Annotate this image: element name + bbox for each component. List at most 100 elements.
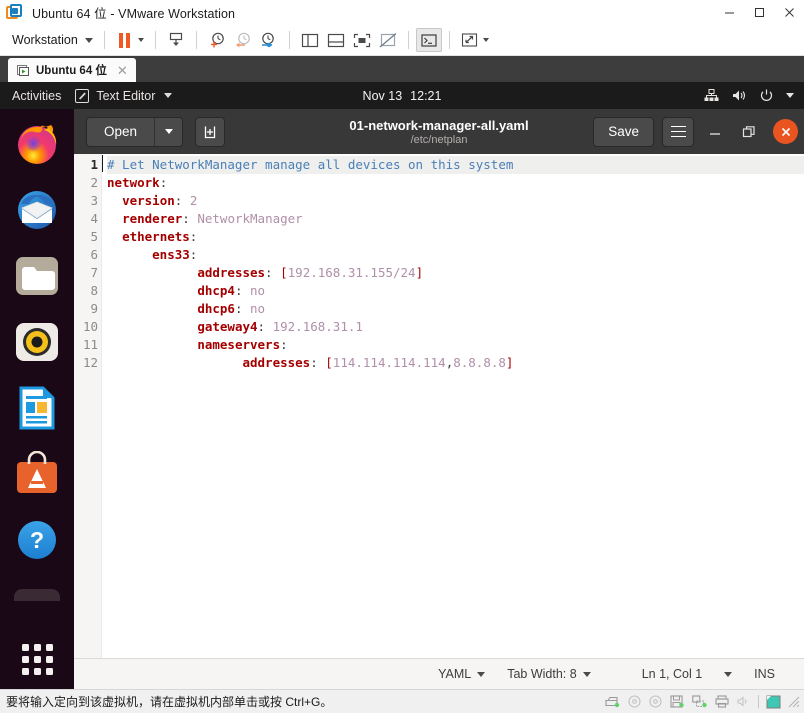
code-token: addresses (242, 355, 311, 370)
revert-snapshot-button[interactable] (230, 28, 256, 52)
maximize-icon[interactable] (744, 0, 774, 25)
dock-item-libreoffice-writer[interactable] (14, 385, 60, 431)
code-token: renderer (122, 211, 183, 226)
language-selector[interactable]: YAML (427, 667, 496, 681)
manage-snapshots-button[interactable] (256, 28, 282, 52)
line-number: 12 (82, 355, 98, 370)
toolbar-divider (407, 31, 409, 49)
cursor-position[interactable]: Ln 1, Col 1 (602, 667, 713, 681)
snapshot-revert-icon (236, 32, 251, 48)
save-button[interactable]: Save (593, 116, 654, 147)
code-token: : (234, 301, 251, 316)
editor-body[interactable]: 1 2 3 4 5 6 7 8 9 10 11 12 # Let NetworkManager man… (74, 154, 804, 658)
close-button[interactable] (773, 119, 798, 144)
unity-mode-button[interactable] (415, 28, 442, 52)
line-number: 10 (82, 319, 98, 334)
close-icon[interactable]: ✕ (117, 64, 128, 77)
chevron-down-icon (84, 37, 93, 43)
code-line: # Let NetworkManager manage all devices … (102, 155, 804, 174)
vm-tab-ubuntu64[interactable]: Ubuntu 64 位 ✕ (8, 58, 136, 82)
close-icon[interactable] (774, 0, 804, 25)
line-number: 7 (90, 265, 98, 280)
open-button[interactable]: Open (87, 117, 155, 146)
hamburger-menu-button[interactable] (662, 116, 694, 147)
text-cursor (102, 155, 103, 172)
vmware-tab-strip: Ubuntu 64 位 ✕ (0, 56, 804, 82)
display-icon[interactable] (766, 695, 781, 709)
system-indicators[interactable] (704, 89, 794, 102)
show-console-view-button[interactable] (349, 28, 375, 52)
code-token: 192.168.31.155/24 (287, 265, 416, 280)
tab-width-selector[interactable]: Tab Width: 8 (496, 667, 601, 681)
code-line: version: 2 (107, 192, 804, 210)
workstation-menu-button[interactable]: Workstation (8, 28, 97, 52)
restore-button[interactable] (736, 119, 762, 145)
code-token: : (310, 355, 326, 370)
panel-bottom-icon (327, 33, 344, 47)
pause-button[interactable] (112, 28, 148, 52)
printer-icon[interactable] (715, 695, 730, 708)
code-token: nameservers (197, 337, 281, 352)
dock-item-firefox[interactable] (14, 121, 60, 167)
show-thumbnail-bar-button[interactable] (323, 28, 349, 52)
fullscreen-button[interactable] (457, 28, 493, 52)
take-snapshot-button[interactable] (204, 28, 230, 52)
code-token: no (250, 301, 266, 316)
open-button-group[interactable]: Open (86, 116, 184, 147)
minimize-icon[interactable] (714, 0, 744, 25)
activities-button[interactable]: Activities (0, 89, 75, 103)
status-divider (758, 695, 759, 708)
dock-item-help[interactable]: ? (14, 517, 60, 563)
sound-muted-icon[interactable] (737, 695, 751, 708)
terminal-icon (421, 33, 437, 47)
show-applications-button[interactable] (21, 644, 53, 675)
cursor-position-dropdown[interactable] (713, 671, 743, 677)
app-menu-button[interactable]: Text Editor (75, 88, 173, 103)
hide-console-view-button[interactable] (375, 28, 401, 52)
minimize-button[interactable] (702, 119, 728, 145)
toolbar-divider (195, 31, 197, 49)
line-number: 5 (90, 229, 98, 244)
clock[interactable]: Nov 13 12:21 (363, 89, 442, 103)
code-token: : (280, 337, 288, 352)
new-document-button[interactable] (195, 116, 226, 147)
code-area[interactable]: # Let NetworkManager manage all devices … (102, 154, 804, 658)
close-icon (781, 127, 790, 136)
show-sidebar-button[interactable] (297, 28, 323, 52)
network-adapter-icon[interactable] (692, 695, 708, 708)
send-ctrl-alt-del-button[interactable] (163, 28, 189, 52)
code-token: [ (325, 355, 333, 370)
floppy-icon[interactable] (670, 695, 685, 708)
code-token: : (159, 175, 168, 190)
code-line: dhcp4: no (107, 282, 804, 300)
svg-text:?: ? (30, 527, 44, 553)
open-dropdown-button[interactable] (154, 117, 183, 146)
chevron-down-icon (137, 38, 144, 42)
code-token: ethernets (122, 229, 190, 244)
code-token: version (122, 193, 175, 208)
clock-date: Nov 13 (362, 88, 403, 103)
resize-grip-icon[interactable] (788, 696, 800, 708)
language-label: YAML (438, 667, 472, 681)
code-line: dhcp6: no (107, 300, 804, 318)
dock-item-thunderbird[interactable] (14, 187, 60, 233)
dock-item-files[interactable] (14, 253, 60, 299)
snapshot-add-icon (211, 32, 225, 48)
dock-item-ubuntu-software[interactable] (14, 450, 60, 497)
pause-icon (118, 32, 130, 48)
volume-icon (732, 89, 747, 102)
minimize-icon (709, 133, 720, 135)
cd-drive-2-icon[interactable] (649, 695, 663, 708)
code-token: NetworkManager (197, 211, 303, 226)
tab-width-label: Tab Width: 8 (507, 667, 577, 681)
cd-drive-icon[interactable] (628, 695, 642, 708)
vmware-toolbar: Workstation (0, 25, 804, 56)
hard-disk-icon[interactable] (605, 695, 621, 708)
fullscreen-icon (353, 33, 370, 47)
dock-item-rhythmbox[interactable] (14, 319, 60, 365)
code-token: : (265, 265, 281, 280)
line-number: 9 (90, 301, 98, 316)
